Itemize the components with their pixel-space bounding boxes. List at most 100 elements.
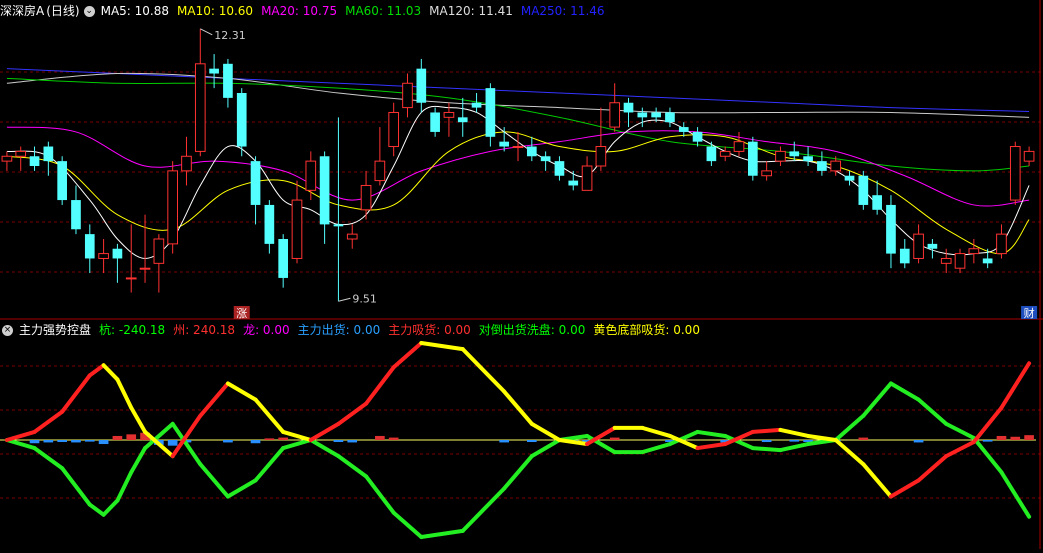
period-label[interactable]: (日线) [46, 2, 79, 20]
candle-body-up [581, 165, 593, 191]
candle-body-down [526, 146, 537, 157]
hang-line-segment [60, 466, 92, 507]
zhou-line-segment [253, 397, 286, 434]
inflow-bar [1024, 435, 1034, 440]
hang-line-segment [87, 502, 106, 517]
hang-line-segment [778, 442, 811, 453]
zhou-line-segment [419, 341, 465, 352]
candle-body-up [719, 150, 731, 157]
candle-body-down [333, 224, 344, 227]
candle-body-up [609, 102, 621, 128]
outflow-bar [761, 440, 772, 443]
indicator-legend-item-3: 主力出货: 0.00 [297, 323, 381, 337]
candle-body-down [209, 68, 219, 74]
zhou-line-segment [750, 427, 783, 434]
indicator-legend: 杭: -240.18 州: 240.18 龙: 0.00 主力出货: 0.00 主力吸货… [99, 321, 708, 339]
candle-body-up [954, 253, 966, 269]
hang-line-segment [115, 470, 134, 503]
candle-body-down [57, 161, 67, 201]
outflow-bar [982, 440, 993, 442]
candle-body-down [872, 195, 882, 210]
candle-body-down [71, 200, 81, 230]
candle-body-down [651, 112, 661, 118]
zhou-line-segment [529, 421, 562, 442]
indicator-close-icon[interactable]: × [2, 324, 13, 336]
zhou-line-segment [364, 365, 396, 406]
hang-line-segment [460, 486, 507, 533]
candle-body-down [886, 204, 896, 254]
cai-marker: 财 [1024, 306, 1035, 320]
candle-body-down [554, 161, 565, 176]
candle-body-down [982, 258, 993, 264]
zhou-line-segment [778, 427, 811, 438]
hang-line-segment [861, 381, 893, 418]
candle-body-down [858, 175, 869, 205]
zhou-line-segment [695, 442, 728, 451]
candle-body-down [789, 151, 800, 157]
candle-body-up [15, 150, 27, 157]
candle-body-down [485, 88, 496, 137]
inflow-bar [264, 438, 275, 440]
zhou-line-segment [4, 429, 37, 442]
candle-body-down [844, 175, 855, 181]
candle-body-down [817, 161, 827, 171]
indicator-legend-item-2: 龙: 0.00 [243, 323, 290, 337]
candle-body-up [402, 82, 413, 109]
settings-toggle-icon[interactable]: ⌄ [83, 5, 95, 17]
outflow-bar [43, 440, 54, 443]
grid-lines [0, 71, 1043, 499]
candle-body-up [374, 160, 386, 182]
candle-body-down [223, 63, 233, 98]
zhou-line-segment [170, 413, 203, 459]
hang-line-segment [253, 446, 286, 483]
zhou-line-segment [806, 433, 838, 442]
outflow-bar [223, 440, 233, 443]
outflow-bar [29, 440, 40, 444]
ma-legend-item-1: MA10: 10.60 [177, 4, 254, 18]
candle-body-down [692, 131, 703, 142]
candle-body-down [264, 204, 275, 244]
candle-body-down [623, 102, 634, 113]
hang-line-segment [640, 442, 672, 455]
candle-body-up [512, 146, 524, 149]
candle-body-down [747, 141, 758, 176]
zhou-line-segment [861, 462, 893, 499]
stock-title[interactable]: 深深房A [0, 2, 44, 20]
zhou-line-segment [460, 347, 507, 394]
candle-body-down [84, 234, 95, 259]
candle-body-up [1023, 150, 1035, 162]
moving-average-lines [6, 68, 1030, 259]
high-pointer [200, 28, 213, 36]
candle-body-up [940, 257, 952, 264]
zhou-line-segment [833, 438, 866, 467]
indicator-legend-item-4: 主力吸货: 0.00 [388, 323, 471, 337]
ma-legend-item-2: MA20: 10.75 [261, 4, 338, 18]
hang-line-segment [198, 462, 230, 499]
candle-body-down [416, 68, 427, 103]
candle-body-down [927, 243, 938, 249]
zhou-line-segment [391, 341, 424, 370]
candle-body-down [278, 239, 289, 278]
ma-legend: MA5: 10.88 MA10: 10.60 MA20: 10.75 MA60: 11… [101, 2, 613, 20]
candle-body-down [471, 102, 482, 108]
inflow-bar [112, 435, 123, 440]
candle-body-up [1, 155, 13, 162]
inflow-bar [858, 437, 869, 440]
indicator-title[interactable]: 主力强势控盘 [19, 321, 91, 339]
candle-body-up [181, 155, 192, 172]
zhou-line-segment [129, 405, 148, 434]
hang-line-segment [502, 454, 534, 491]
hang-line-segment [101, 498, 120, 517]
candle-body-down [319, 156, 330, 225]
candle-body-down [43, 146, 54, 162]
candle-body-down [637, 112, 648, 118]
candle-body-up [996, 233, 1007, 255]
candle-body-up [830, 160, 842, 172]
indicator-panel-header: × 主力强势控盘 杭: -240.18 州: 240.18 龙: 0.00 主力出货:… [0, 321, 708, 339]
candle-body-up [968, 248, 980, 255]
inflow-bar [1010, 436, 1021, 440]
hang-line-segment [833, 413, 866, 442]
outflow-bar [526, 440, 537, 443]
candle-body-up [1009, 146, 1021, 201]
price-panel-header: 深深房A (日线) ⌄ MA5: 10.88 MA10: 10.60 MA20: 1… [0, 2, 613, 20]
